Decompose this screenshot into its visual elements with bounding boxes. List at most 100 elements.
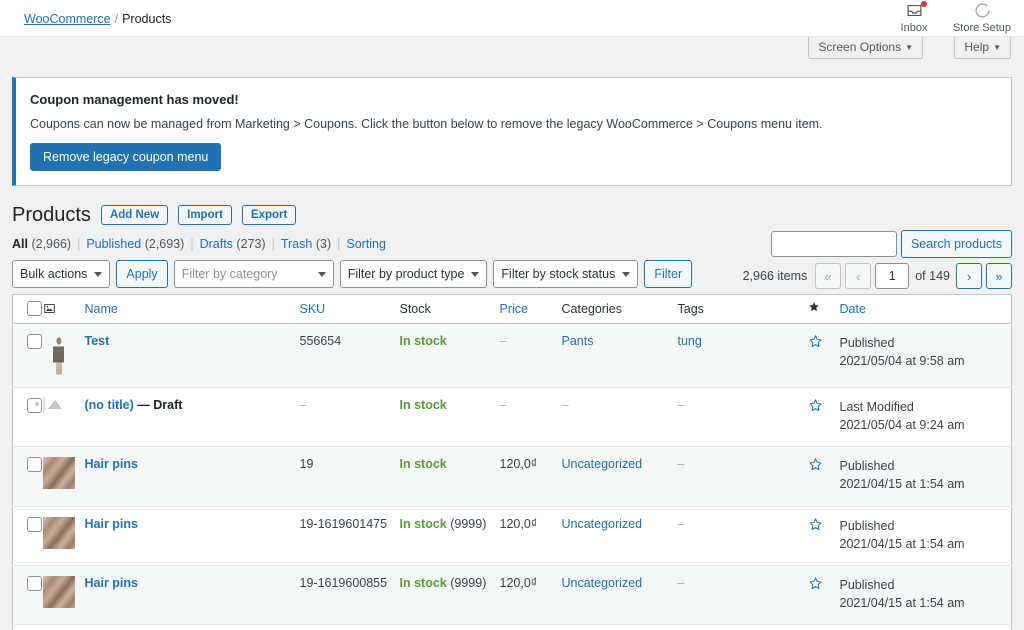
product-name-link[interactable]: Hair pins [85, 457, 139, 471]
view-drafts-count: (273) [236, 237, 265, 251]
column-header-sku-link[interactable]: SKU [300, 302, 326, 316]
view-trash-link[interactable]: Trash [281, 237, 313, 251]
product-thumbnail-placeholder-icon [43, 397, 45, 413]
chevron-down-icon [94, 272, 102, 277]
column-header-sku[interactable]: SKU [300, 295, 400, 324]
product-category-link[interactable]: Pants [562, 334, 594, 348]
featured-star-toggle[interactable] [808, 398, 840, 413]
help-label: Help [964, 40, 989, 54]
date-status: Published [840, 336, 895, 350]
view-all-count: (2,966) [31, 237, 71, 251]
product-name-link[interactable]: Hair pins [85, 517, 139, 531]
table-row: Hair pins 19-1619600855 In stock (9999) … [13, 565, 1012, 624]
row-categories-cell: – [562, 388, 678, 447]
row-select-checkbox[interactable] [27, 457, 42, 472]
row-checkbox-cell [13, 447, 43, 506]
view-sorting-link[interactable]: Sorting [346, 237, 386, 251]
filter-by-category-select[interactable]: Filter by category [174, 260, 334, 288]
row-select-checkbox[interactable] [27, 334, 42, 349]
row-thumbnail-cell [43, 625, 85, 630]
row-price-cell: – [500, 324, 562, 388]
row-featured-cell [808, 447, 840, 506]
column-header-price-link[interactable]: Price [500, 302, 528, 316]
current-page-input[interactable]: 1 [875, 263, 909, 289]
activity-panel-inbox[interactable]: Inbox [880, 0, 948, 35]
view-all-link[interactable]: All [12, 237, 28, 251]
view-published[interactable]: Published (2,693) [86, 237, 184, 251]
column-header-name[interactable]: Name [85, 295, 300, 324]
row-name-cell: Hair pins [85, 447, 300, 506]
product-tag-link[interactable]: tung [678, 334, 702, 348]
search-input[interactable] [771, 231, 897, 257]
star-outline-icon [808, 398, 823, 413]
export-button[interactable]: Export [242, 205, 296, 225]
breadcrumb-separator: / [115, 12, 118, 26]
next-page-button[interactable]: › [956, 263, 982, 289]
view-trash[interactable]: Trash (3) [281, 237, 331, 251]
column-header-name-link[interactable]: Name [85, 302, 118, 316]
screen-options-label: Screen Options [818, 40, 901, 54]
column-header-price[interactable]: Price [500, 295, 562, 324]
notice-title: Coupon management has moved! [30, 92, 999, 107]
select-all-checkbox[interactable] [27, 301, 42, 316]
row-select-checkbox[interactable] [27, 398, 42, 413]
apply-bulk-action-button[interactable]: Apply [116, 260, 167, 288]
product-category-link[interactable]: Uncategorized [562, 457, 643, 471]
product-category-link[interactable]: Uncategorized [562, 517, 643, 531]
row-categories-cell: Uncategorized [562, 625, 678, 630]
add-new-button[interactable]: Add New [101, 205, 168, 225]
filter-by-product-type-select[interactable]: Filter by product type [340, 260, 488, 288]
stock-status: In stock [400, 398, 447, 412]
featured-star-toggle[interactable] [808, 576, 840, 591]
products-table-head: Name SKU Stock Price Categories Tags Da [13, 295, 1012, 324]
column-header-stock: Stock [400, 295, 500, 324]
product-thumbnail-image [43, 576, 75, 608]
product-tag: – [678, 398, 685, 412]
stock-status: In stock [400, 457, 447, 471]
view-divider: | [190, 237, 193, 251]
product-name-link[interactable]: Hair pins [85, 576, 139, 590]
filter-button[interactable]: Filter [644, 260, 692, 288]
row-tags-cell: – [678, 388, 808, 447]
import-button[interactable]: Import [178, 205, 232, 225]
date-status: Published [840, 578, 895, 592]
last-page-button[interactable]: » [986, 263, 1012, 289]
featured-star-toggle[interactable] [808, 334, 840, 349]
view-sorting[interactable]: Sorting [346, 237, 386, 251]
featured-star-toggle[interactable] [808, 517, 840, 532]
row-featured-cell [808, 625, 840, 630]
row-checkbox-cell [13, 565, 43, 624]
row-checkbox-cell [13, 506, 43, 565]
row-price-cell: 120,0₫ [500, 565, 562, 624]
column-header-date-link[interactable]: Date [840, 302, 866, 316]
breadcrumb-root-link[interactable]: WooCommerce [24, 12, 111, 26]
row-featured-cell [808, 388, 840, 447]
row-sku-cell: 19 [300, 447, 400, 506]
remove-legacy-coupon-menu-button[interactable]: Remove legacy coupon menu [30, 143, 221, 171]
view-drafts[interactable]: Drafts (273) [200, 237, 266, 251]
featured-star-toggle[interactable] [808, 457, 840, 472]
search-products-button[interactable]: Search products [901, 230, 1012, 258]
help-button[interactable]: Help▼ [954, 37, 1011, 59]
row-select-checkbox[interactable] [27, 576, 42, 591]
view-drafts-link[interactable]: Drafts [200, 237, 233, 251]
post-state-label: — Draft [137, 398, 182, 412]
row-select-checkbox[interactable] [27, 517, 42, 532]
product-name-link[interactable]: Test [85, 334, 110, 348]
row-date-cell: Published 2021/04/15 at 1:54 am [840, 625, 1012, 630]
column-header-date[interactable]: Date [840, 295, 1012, 324]
view-published-link[interactable]: Published [86, 237, 141, 251]
products-table: Name SKU Stock Price Categories Tags Da [12, 294, 1012, 630]
activity-panel-store-setup[interactable]: Store Setup [948, 0, 1016, 35]
view-all[interactable]: All (2,966) [12, 237, 71, 251]
screen-options-button[interactable]: Screen Options▼ [808, 37, 923, 59]
product-name-link[interactable]: (no title) [85, 398, 134, 412]
breadcrumb: WooCommerce/Products [24, 12, 171, 26]
product-category-link[interactable]: Uncategorized [562, 576, 643, 590]
row-name-cell: Hair pins [85, 565, 300, 624]
row-stock-cell: In stock (9999) [400, 506, 500, 565]
filter-by-stock-status-select[interactable]: Filter by stock status [493, 260, 638, 288]
table-row: Hair pins 19-1619601195 In stock (9999) … [13, 625, 1012, 630]
date-value: 2021/04/15 at 1:54 am [840, 537, 965, 551]
bulk-actions-select[interactable]: Bulk actions [12, 260, 110, 288]
